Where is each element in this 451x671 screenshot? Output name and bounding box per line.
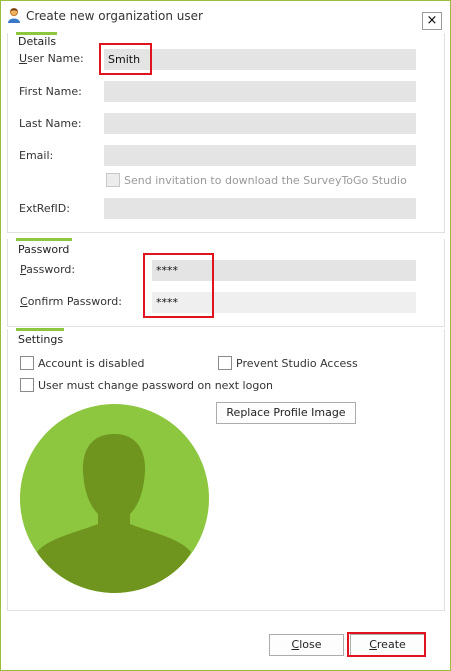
- replace-profile-image-button[interactable]: Replace Profile Image: [216, 402, 356, 424]
- send-invitation-checkbox[interactable]: [106, 173, 120, 187]
- last-name-label: Last Name:: [19, 117, 82, 130]
- confirm-password-label: Confirm Password:: [20, 295, 122, 308]
- profile-avatar: [20, 404, 209, 593]
- window-title: Create new organization user: [26, 9, 203, 23]
- person-silhouette-icon: [37, 434, 191, 593]
- account-disabled-checkbox[interactable]: [20, 356, 34, 370]
- first-name-label: First Name:: [19, 85, 82, 98]
- ext-ref-id-label: ExtRefID:: [19, 202, 70, 215]
- must-change-password-label: User must change password on next logon: [38, 379, 274, 392]
- settings-title: Settings: [18, 333, 64, 346]
- password-label: Password:: [20, 263, 76, 276]
- password-title: Password: [18, 243, 70, 256]
- first-name-input[interactable]: [104, 81, 416, 102]
- must-change-password-checkbox[interactable]: [20, 378, 34, 392]
- dialog-window: Create new organization user × Details U…: [0, 0, 451, 671]
- user-name-highlight: [99, 43, 152, 75]
- prevent-studio-label: Prevent Studio Access: [236, 357, 358, 370]
- last-name-input[interactable]: [104, 113, 416, 134]
- account-disabled-label: Account is disabled: [38, 357, 145, 370]
- settings-accent: [16, 328, 64, 331]
- ext-ref-id-input[interactable]: [104, 198, 416, 219]
- email-label: Email:: [19, 149, 54, 162]
- password-accent: [16, 238, 72, 241]
- user-name-label: User Name:: [19, 52, 84, 65]
- title-bar: Create new organization user ×: [1, 1, 450, 31]
- user-icon: [8, 8, 20, 23]
- password-section: [7, 239, 445, 327]
- prevent-studio-checkbox[interactable]: [218, 356, 232, 370]
- close-window-button[interactable]: ×: [422, 12, 442, 30]
- close-button[interactable]: Close: [269, 634, 344, 656]
- email-input[interactable]: [104, 145, 416, 166]
- send-invitation-label: Send invitation to download the SurveyTo…: [124, 174, 407, 187]
- details-title: Details: [18, 35, 57, 48]
- password-highlight: [143, 253, 214, 318]
- create-highlight: [347, 632, 426, 657]
